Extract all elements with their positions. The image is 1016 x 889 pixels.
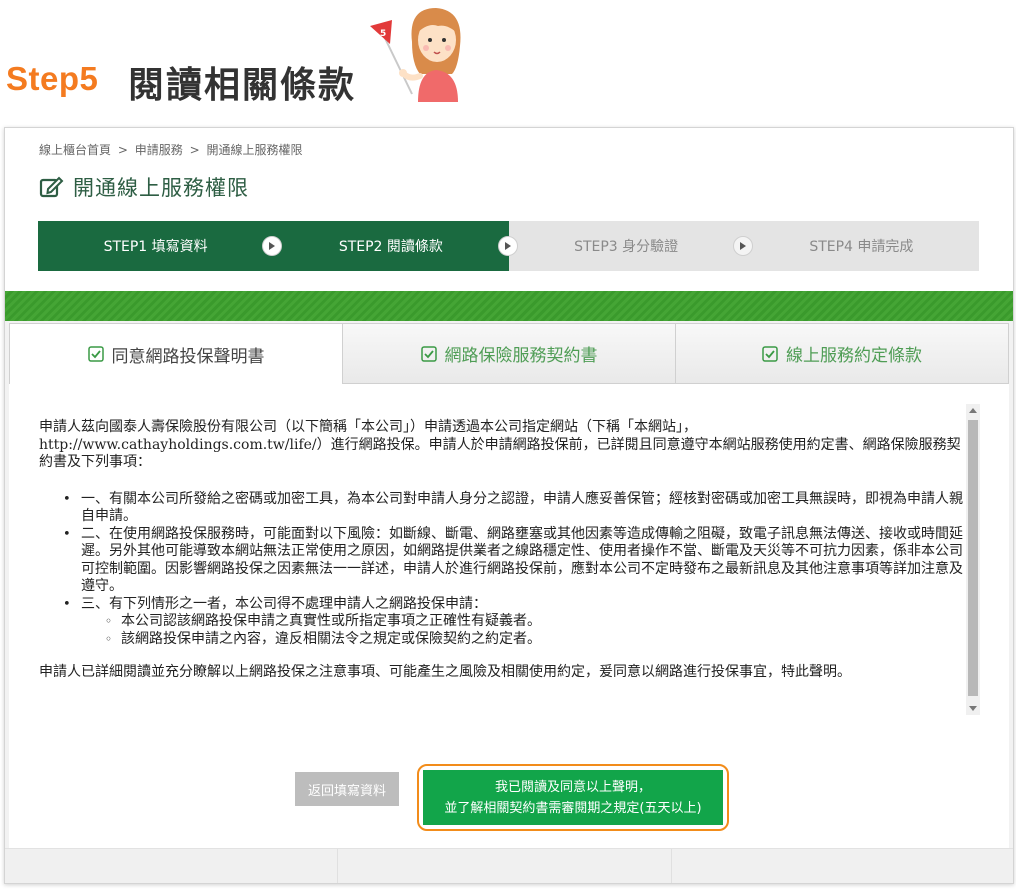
breadcrumb-current: 開通線上服務權限 (206, 143, 303, 157)
agree-button-line2: 並了解相關契約書需審閱期之規定(五天以上) (444, 800, 702, 816)
scrollbar-thumb[interactable] (968, 420, 978, 696)
checkbox-checked-icon (87, 346, 104, 362)
mascot-girl-illustration: 5 (370, 8, 461, 102)
progress-step-1: STEP1 填寫資料 (38, 221, 283, 271)
footer-strip (5, 848, 1013, 883)
tab-online-insurance-declaration[interactable]: 同意網路投保聲明書 (9, 323, 343, 384)
breadcrumb-separator: > (189, 143, 200, 157)
tab-label: 網路保險服務契約書 (444, 346, 598, 366)
checkbox-checked-icon (420, 345, 437, 362)
terms-subitem: 本公司認該網路投保申請之真實性或所指定事項之正確性有疑義者。 (105, 613, 964, 631)
tutorial-header: Step5 閱讀相關條款 5 (0, 0, 1016, 118)
scroll-up-arrow-icon[interactable] (969, 407, 977, 415)
tab-online-insurance-service-contract[interactable]: 網路保險服務契約書 (343, 323, 676, 384)
agree-button-line1: 我已閱讀及同意以上聲明， (494, 779, 651, 795)
terms-item-text: 三、有下列情形之一者，本公司得不處理申請人之網路投保申請： (81, 595, 487, 612)
progress-step-2: STEP2 閱讀條款 (273, 221, 518, 271)
terms-item: 二、在使用網路投保服務時，可能面對以下風險：如斷線、斷電、網路壅塞或其他因素等造… (63, 526, 964, 596)
progress-step-label: STEP3 身分驗證 (574, 239, 679, 255)
play-arrow-icon (497, 236, 518, 256)
step-title: 閱讀相關條款 (128, 65, 357, 106)
page-title-text: 開通線上服務權限 (73, 176, 249, 200)
terms-scrollbar[interactable] (966, 404, 980, 715)
decorative-green-band (5, 291, 1013, 321)
edit-icon (39, 176, 64, 198)
step-number: Step5 (6, 60, 99, 97)
breadcrumb-apply-link[interactable]: 申請服務 (135, 143, 183, 157)
progress-step-label: STEP2 閱讀條款 (338, 239, 443, 255)
scroll-down-arrow-icon[interactable] (969, 704, 977, 712)
application-frame: 線上櫃台首頁 > 申請服務 > 開通線上服務權限 開通線上服務權限 STEP1 … (4, 127, 1014, 884)
terms-subitem: 該網路投保申請之內容，違反相關法令之規定或保險契約之約定者。 (105, 631, 964, 649)
terms-text: 申請人茲向國泰人壽保險股份有限公司（以下簡稱「本公司」）申請透過本公司指定網站（… (39, 419, 964, 719)
tab-label: 線上服務約定條款 (786, 346, 922, 366)
progress-step-4: STEP4 申請完成 (743, 221, 979, 271)
breadcrumb-home-link[interactable]: 線上櫃台首頁 (39, 143, 111, 157)
back-to-form-button[interactable]: 返回填寫資料 (295, 772, 399, 806)
terms-item: 三、有下列情形之一者，本公司得不處理申請人之網路投保申請： 本公司認該網路投保申… (63, 596, 964, 649)
footer-divider (671, 849, 672, 883)
terms-closing: 申請人已詳細閱讀並充分瞭解以上網路投保之注意事項、可能產生之風險及相關使用約定，… (39, 664, 851, 680)
footer-divider (337, 849, 338, 883)
terms-list: 一、有關本公司所發給之密碼或加密工具，為本公司對申請人身分之認證，申請人應妥善保… (63, 491, 964, 649)
breadcrumb: 線上櫃台首頁 > 申請服務 > 開通線上服務權限 (39, 141, 305, 158)
terms-sublist: 本公司認該網路投保申請之真實性或所指定事項之正確性有疑義者。 該網路投保申請之內… (105, 613, 964, 648)
progress-step-3: STEP3 身分驗證 (508, 221, 753, 271)
page-title: 開通線上服務權限 (39, 172, 249, 202)
terms-item: 一、有關本公司所發給之密碼或加密工具，為本公司對申請人身分之認證，申請人應妥善保… (63, 491, 964, 526)
tab-label: 同意網路投保聲明書 (111, 346, 265, 367)
progress-step-label: STEP4 申請完成 (809, 239, 914, 255)
breadcrumb-separator: > (117, 143, 128, 157)
agree-button[interactable]: 我已閱讀及同意以上聲明， 並了解相關契約書需審閱期之規定(五天以上) (423, 770, 723, 825)
tab-online-service-terms[interactable]: 線上服務約定條款 (676, 323, 1009, 384)
progress-steps: STEP1 填寫資料 STEP2 閱讀條款 STEP3 身分驗證 STEP4 申… (38, 221, 979, 271)
checkbox-checked-icon (762, 345, 778, 362)
terms-tabs: 同意網路投保聲明書 網路保險服務契約書 線上服務約定條款 (9, 323, 1009, 384)
progress-step-label: STEP1 填寫資料 (103, 239, 208, 255)
play-arrow-icon (732, 236, 753, 256)
mascot-flag-number: 5 (380, 29, 386, 39)
terms-intro: 申請人茲向國泰人壽保險股份有限公司（以下簡稱「本公司」）申請透過本公司指定網站（… (39, 419, 961, 470)
